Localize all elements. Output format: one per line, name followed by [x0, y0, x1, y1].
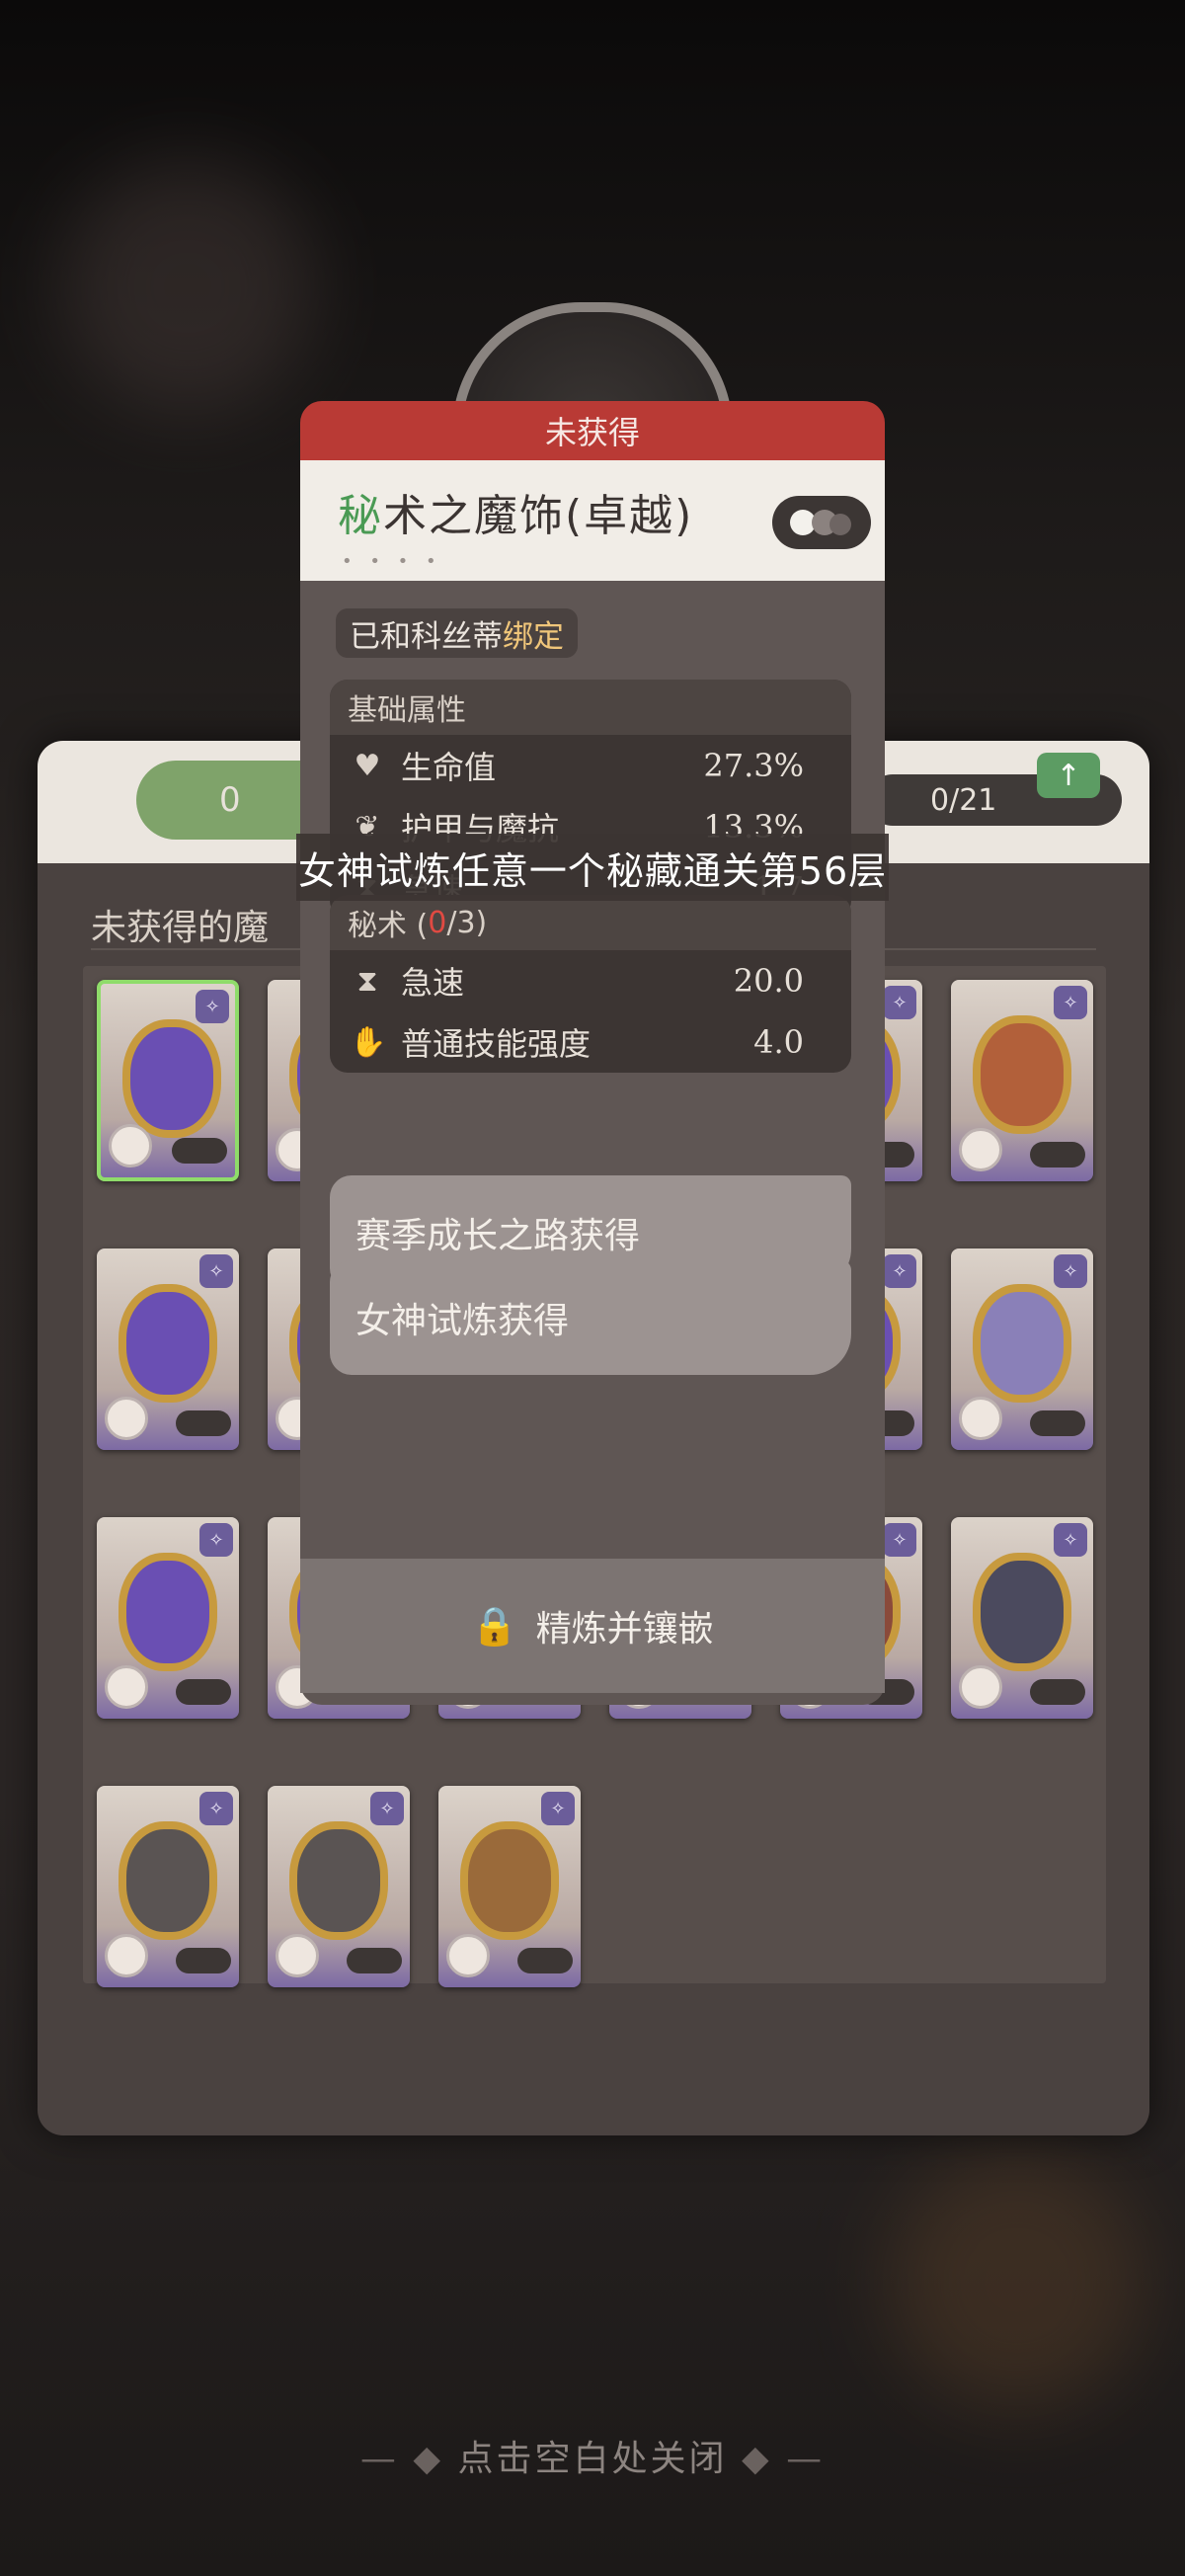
arcane-attributes-title: 秘术 (0/3): [330, 895, 851, 950]
type-badge-icon: ✧: [1054, 1254, 1087, 1288]
collection-count-text: 0/21: [930, 782, 997, 818]
upgrade-arrow-button[interactable]: ↑: [1037, 753, 1100, 798]
rarity-dots: • • • •: [342, 551, 442, 572]
bound-prefix: 已和科丝蒂: [350, 618, 503, 655]
equipment-card[interactable]: ✧: [951, 1248, 1093, 1450]
gem-icon: [973, 1284, 1071, 1403]
equipment-card[interactable]: ✧: [268, 1786, 410, 1987]
bag-section-title: 未获得的魔: [91, 908, 270, 948]
hourglass-icon: ⧗: [356, 963, 378, 999]
arrow-up-icon: ↑: [1056, 758, 1081, 793]
equipment-card[interactable]: ✧: [951, 1517, 1093, 1719]
bound-suffix: 绑定: [503, 618, 564, 655]
type-badge-icon: ✧: [199, 1523, 233, 1557]
close-deco-right: ◆ —: [741, 2439, 826, 2479]
mini-toggle: [176, 1679, 231, 1705]
gem-icon: [122, 1019, 221, 1138]
type-badge-icon: ✧: [883, 1523, 916, 1557]
avatar: [105, 1665, 148, 1709]
refine-and-inlay-button[interactable]: 🔒 精炼并镶嵌: [300, 1559, 885, 1693]
close-deco-left: — ◆: [359, 2439, 444, 2479]
type-badge-icon: ✧: [199, 1254, 233, 1288]
source-goddess-trial-button[interactable]: 女神试炼获得: [330, 1260, 851, 1375]
arcane-progress-current: 0: [428, 905, 447, 940]
avatar: [959, 1665, 1002, 1709]
avatar: [446, 1934, 490, 1977]
equipment-card[interactable]: ✧: [951, 980, 1093, 1181]
compare-toggle[interactable]: [772, 496, 871, 549]
equipment-card[interactable]: ✧: [97, 1517, 239, 1719]
bokeh-light: [59, 158, 316, 415]
mini-toggle: [1030, 1679, 1085, 1705]
avatar: [105, 1397, 148, 1440]
arcane-progress-total: /3): [446, 905, 488, 940]
type-badge-icon: ✧: [196, 990, 229, 1023]
type-badge-icon: ✧: [541, 1792, 575, 1825]
mini-toggle: [1030, 1410, 1085, 1436]
obtain-condition-tooltip: 女神试炼任意一个秘藏通关第56层: [296, 834, 889, 901]
attribute-row: ♥ 生命值 27.3%: [330, 735, 851, 796]
mini-toggle: [517, 1948, 573, 1973]
item-detail-body: 已和科丝蒂绑定 基础属性 ♥生命值27.3%❦护甲与魔抗13.3%⧗急速1.7 …: [300, 581, 885, 1705]
avatar: [276, 1934, 319, 1977]
avatar: [105, 1934, 148, 1977]
attribute-value: 20.0: [733, 962, 804, 1000]
base-attributes-title: 基础属性: [330, 680, 851, 735]
type-badge-icon: ✧: [883, 986, 916, 1019]
hands-icon: ✋: [350, 1024, 387, 1060]
bokeh-light: [889, 2153, 1146, 2410]
bound-tag: 已和科丝蒂 绑定: [336, 608, 578, 658]
attribute-value: 27.3%: [703, 747, 804, 784]
lock-icon: 🔒: [471, 1603, 518, 1648]
avatar: [959, 1397, 1002, 1440]
type-badge-icon: ✧: [883, 1254, 916, 1288]
arcane-title-text: 秘术 (: [348, 909, 429, 943]
refine-label: 精炼并镶嵌: [535, 1609, 714, 1650]
gem-icon: [973, 1015, 1071, 1134]
attribute-label: 生命值: [401, 749, 497, 786]
equipment-card[interactable]: ✧: [97, 980, 239, 1181]
attribute-row: ⧗ 急速 20.0: [330, 950, 851, 1011]
status-banner: 未获得: [300, 401, 885, 460]
avatar: [109, 1124, 152, 1167]
item-header: 秘术之魔饰(卓越) • • • •: [300, 460, 885, 581]
item-name: 秘术之魔饰(卓越): [338, 480, 693, 543]
gem-icon: [118, 1284, 217, 1403]
gem-icon: [118, 1553, 217, 1671]
mini-toggle: [1030, 1142, 1085, 1167]
type-badge-icon: ✧: [1054, 1523, 1087, 1557]
attribute-label: 普通技能强度: [401, 1025, 592, 1063]
attribute-row: ✋ 普通技能强度 4.0: [330, 1011, 851, 1073]
attribute-value: 4.0: [753, 1023, 804, 1061]
gem-icon: [460, 1821, 559, 1940]
mini-toggle: [176, 1948, 231, 1973]
gem-icon: [289, 1821, 388, 1940]
mini-toggle: [176, 1410, 231, 1436]
gem-icon: [118, 1821, 217, 1940]
mini-toggle: [347, 1948, 402, 1973]
type-badge-icon: ✧: [199, 1792, 233, 1825]
equipment-card[interactable]: ✧: [438, 1786, 581, 1987]
item-name-first-char: 秘: [338, 491, 383, 541]
filter-counter: 0: [219, 780, 241, 820]
avatar: [959, 1128, 1002, 1171]
arcane-attributes-box: 秘术 (0/3) ⧗ 急速 20.0 ✋ 普通技能强度 4.0: [330, 895, 851, 1073]
item-name-rest: 术之魔饰(卓越): [383, 491, 694, 541]
type-badge-icon: ✧: [1054, 986, 1087, 1019]
attribute-label: 急速: [401, 964, 465, 1002]
mini-toggle: [172, 1138, 227, 1164]
toggle-dot: [830, 514, 851, 535]
type-badge-icon: ✧: [370, 1792, 404, 1825]
heart-icon: ♥: [354, 748, 381, 783]
item-detail-popup: 未获得 秘术之魔饰(卓越) • • • • 已和科丝蒂 绑定 基础属性 ♥ 生命值 2…: [300, 401, 885, 1705]
equipment-card[interactable]: ✧: [97, 1786, 239, 1987]
gem-icon: [973, 1553, 1071, 1671]
close-hint[interactable]: — ◆ 点击空白处关闭 ◆ —: [0, 2430, 1185, 2481]
close-hint-text: 点击空白处关闭: [457, 2439, 728, 2479]
equipment-card[interactable]: ✧: [97, 1248, 239, 1450]
